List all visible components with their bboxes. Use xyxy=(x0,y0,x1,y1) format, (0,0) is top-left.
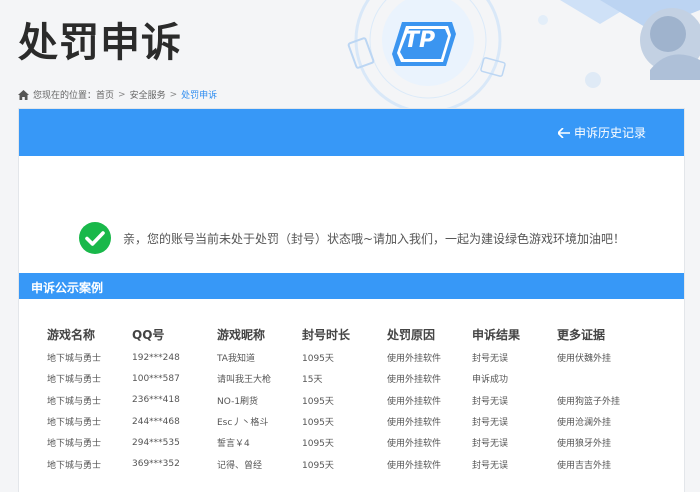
table-cell: 1095天 xyxy=(302,418,334,429)
table-row: 地下城与勇士 294***535 誓言￥4 1095天 使用外挂软件 封号无误 … xyxy=(47,432,642,453)
table-cell: TA我知道 xyxy=(217,354,255,365)
table-cell: 1095天 xyxy=(302,396,334,407)
appeal-history-label: 申诉历史记录 xyxy=(573,126,646,140)
table-cell: 地下城与勇士 xyxy=(47,354,102,365)
table-cell: 地下城与勇士 xyxy=(47,418,102,429)
table-cell: 1095天 xyxy=(302,354,334,365)
breadcrumb-separator: > xyxy=(118,89,126,100)
section-title: 申诉公示案例 xyxy=(31,281,104,295)
table-cell: 封号无误 xyxy=(472,418,509,429)
table-cell: 236***418 xyxy=(132,395,180,406)
table-cell: NO-1刷货 xyxy=(217,396,259,407)
column-header: 游戏名称 xyxy=(47,327,96,342)
table-cell: 192***248 xyxy=(132,352,180,363)
status-notice: 亲，您的账号当前未处于处罚（封号）状态哦~请加入我们，一起为建设绿色游戏环境加油… xyxy=(79,222,625,254)
notice-text: 亲，您的账号当前未处于处罚（封号）状态哦~请加入我们，一起为建设绿色游戏环境加油… xyxy=(123,231,626,246)
breadcrumb-separator: > xyxy=(169,89,178,100)
table-cell: 使用外挂软件 xyxy=(387,439,442,450)
table-cell: 15天 xyxy=(302,375,323,386)
column-header: 封号时长 xyxy=(302,327,351,342)
table-cell: 294***535 xyxy=(132,437,180,448)
table-header-row: 游戏名称 QQ号 游戏昵称 封号时长 处罚原因 申诉结果 更多证据 xyxy=(47,323,642,345)
page-title: 处罚申诉 xyxy=(18,20,182,66)
table-row: 地下城与勇士 100***587 请叫我王大枪 15天 使用外挂软件 申诉成功 xyxy=(47,368,642,389)
table-cell: 封号无误 xyxy=(472,354,509,365)
column-header: 处罚原因 xyxy=(387,327,436,342)
column-header: QQ号 xyxy=(132,327,165,342)
table-cell: 使用伏魏外挂 xyxy=(557,354,612,365)
breadcrumb-security[interactable]: 安全服务 xyxy=(130,88,166,101)
table-cell: 封号无误 xyxy=(472,460,509,471)
table-cell: 请叫我王大枪 xyxy=(217,375,272,386)
card-header: 申诉历史记录 xyxy=(19,109,684,156)
table-cell: 使用沧澜外挂 xyxy=(557,418,612,429)
column-header: 游戏昵称 xyxy=(217,327,266,342)
arrow-left-icon xyxy=(557,127,570,138)
table-cell: 使用吉吉外挂 xyxy=(557,460,612,471)
character-art xyxy=(640,8,700,80)
logo-text: TP xyxy=(404,28,436,53)
cases-table: 游戏名称 QQ号 游戏昵称 封号时长 处罚原因 申诉结果 更多证据 地下城与勇士… xyxy=(47,323,642,475)
table-cell: 地下城与勇士 xyxy=(47,460,102,471)
table-cell: 封号无误 xyxy=(472,396,509,407)
table-cell: 244***468 xyxy=(132,416,180,427)
table-cell: 100***587 xyxy=(132,373,180,384)
table-cell: 地下城与勇士 xyxy=(47,439,102,450)
appeal-history-link[interactable]: 申诉历史记录 xyxy=(557,124,646,141)
appeal-card: 申诉历史记录 亲，您的账号当前未处于处罚（封号）状态哦~请加入我们，一起为建设绿… xyxy=(18,108,685,492)
column-header: 更多证据 xyxy=(557,327,606,342)
table-cell: 1095天 xyxy=(302,439,334,450)
table-cell: 使用外挂软件 xyxy=(387,375,442,386)
table-cell: 申诉成功 xyxy=(472,375,509,386)
table-cell: 使用外挂软件 xyxy=(387,460,442,471)
table-cell: 记得、曾经 xyxy=(217,460,263,471)
table-cell: Esc丿丶格斗 xyxy=(217,418,269,429)
table-cell: 誓言￥4 xyxy=(217,439,250,450)
table-cell: 使用狗篮子外挂 xyxy=(557,396,621,407)
table-cell: 封号无误 xyxy=(472,439,509,450)
table-cell: 地下城与勇士 xyxy=(47,396,102,407)
table-cell: 地下城与勇士 xyxy=(47,375,102,386)
table-row: 地下城与勇士 236***418 NO-1刷货 1095天 使用外挂软件 封号无… xyxy=(47,390,642,411)
table-cell: 369***352 xyxy=(132,459,180,470)
breadcrumb-current[interactable]: 处罚申诉 xyxy=(181,88,217,101)
table-row: 地下城与勇士 369***352 记得、曾经 1095天 使用外挂软件 封号无误… xyxy=(47,453,642,474)
table-row: 地下城与勇士 192***248 TA我知道 1095天 使用外挂软件 封号无误… xyxy=(47,347,642,368)
column-header: 申诉结果 xyxy=(472,327,521,342)
table-cell: 使用外挂软件 xyxy=(387,418,442,429)
table-cell: 1095天 xyxy=(302,460,334,471)
table-cell: 使用狼牙外挂 xyxy=(557,439,612,450)
table-row: 地下城与勇士 244***468 Esc丿丶格斗 1095天 使用外挂软件 封号… xyxy=(47,411,642,432)
check-circle-icon xyxy=(79,222,111,254)
cases-section-header: 申诉公示案例 xyxy=(19,273,684,299)
breadcrumb: 您现在的位置： 首页 > 安全服务 > 处罚申诉 xyxy=(18,88,217,101)
table-cell: 使用外挂软件 xyxy=(387,354,442,365)
breadcrumb-home[interactable]: 首页 xyxy=(96,88,114,101)
breadcrumb-prefix: 您现在的位置： xyxy=(33,91,97,101)
table-cell: 使用外挂软件 xyxy=(387,396,442,407)
home-icon xyxy=(18,89,29,100)
